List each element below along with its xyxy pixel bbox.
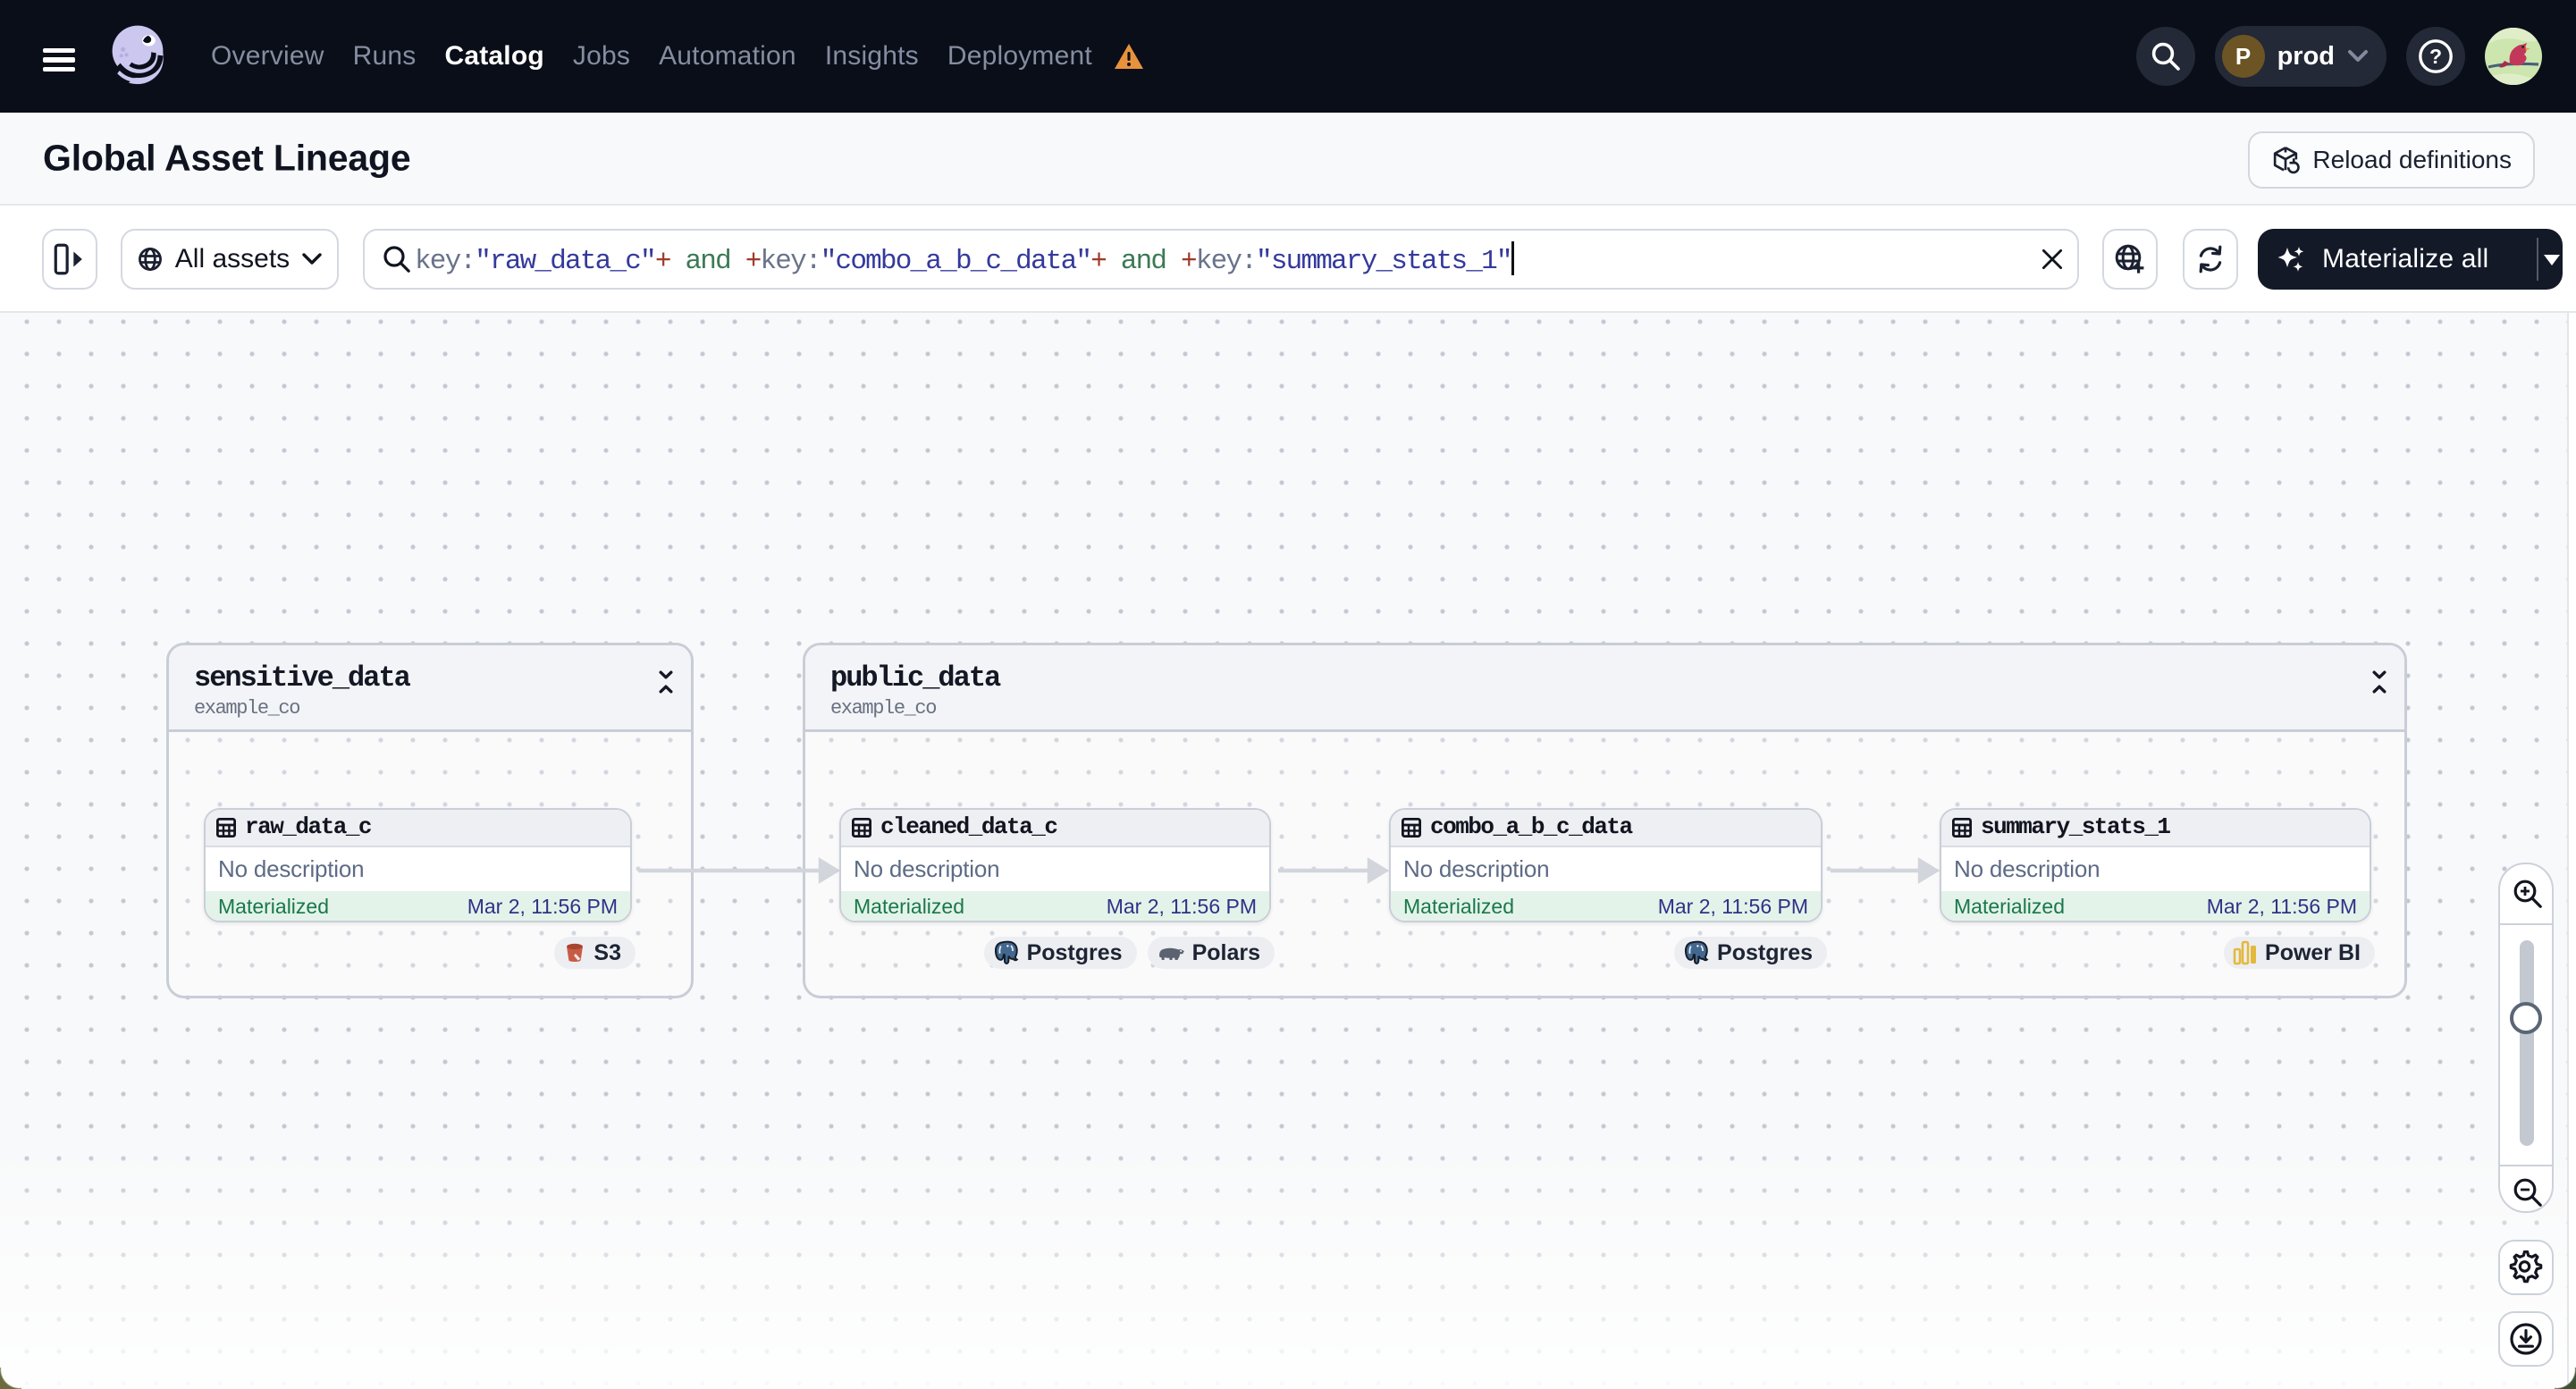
svg-text:?: ? [2429, 45, 2442, 68]
